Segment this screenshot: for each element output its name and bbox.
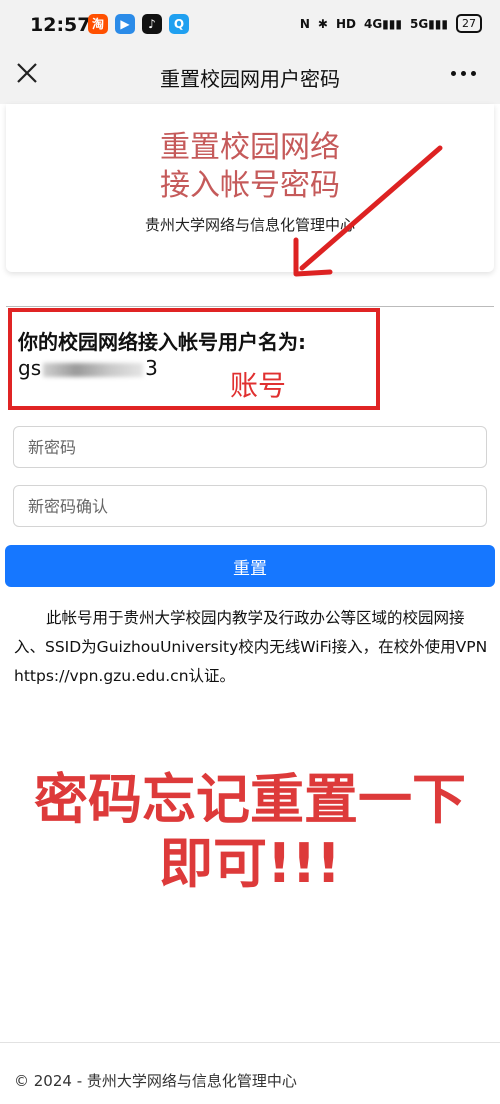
nfc-icon: N: [299, 16, 310, 31]
header-title-line2: 接入帐号密码: [160, 168, 340, 203]
confirm-password-input[interactable]: [13, 485, 487, 527]
account-annotation: 账号: [230, 369, 287, 402]
taobao-icon: 淘: [88, 14, 108, 34]
overlay-annotation-line2: 即可!!!: [159, 832, 341, 895]
qq-icon: Q: [169, 14, 189, 34]
reset-button[interactable]: 重置: [5, 545, 495, 587]
account-value-prefix: gs: [18, 356, 42, 380]
page-title: 重置校园网用户密码: [160, 67, 340, 91]
status-bar: 12:57 淘 ▶ ♪ Q N ✱ HD 4G▮▮▮ 5G▮▮▮ 27: [0, 0, 500, 48]
new-password-input[interactable]: [13, 426, 487, 468]
footer-copyright: © 2024 - 贵州大学网络与信息化管理中心: [14, 1072, 297, 1090]
account-label: 你的校园网络接入帐号用户名为:: [18, 330, 306, 354]
status-time: 12:57: [30, 14, 91, 36]
battery-icon: 27: [456, 14, 482, 33]
tiktok-icon: ♪: [142, 14, 162, 34]
account-value: gs 3: [18, 356, 158, 380]
notice-text: 此帐号用于贵州大学校园内教学及行政办公等区域的校园网接入、SSID为Guizho…: [14, 609, 488, 685]
header-title-line1: 重置校园网络: [160, 130, 340, 165]
more-menu-icon[interactable]: [451, 71, 476, 76]
nav-bar: 重置校园网用户密码: [0, 48, 500, 104]
status-app-icons: 淘 ▶ ♪ Q: [88, 14, 189, 34]
bluetooth-icon: ✱: [317, 16, 328, 31]
signal-4g-icon: 4G▮▮▮: [363, 16, 402, 31]
overlay-annotation-line1: 密码忘记重置一下: [34, 768, 466, 831]
header-subtitle: 贵州大学网络与信息化管理中心: [144, 216, 355, 234]
redacted-block: [43, 362, 144, 377]
video-app-icon: ▶: [115, 14, 135, 34]
account-value-suffix: 3: [145, 356, 158, 380]
status-indicators: N ✱ HD 4G▮▮▮ 5G▮▮▮ 27: [300, 14, 482, 33]
signal-5g-icon: 5G▮▮▮: [409, 16, 448, 31]
footer-divider: [0, 1042, 500, 1043]
divider: [6, 306, 494, 307]
hd-icon: HD: [335, 16, 356, 31]
